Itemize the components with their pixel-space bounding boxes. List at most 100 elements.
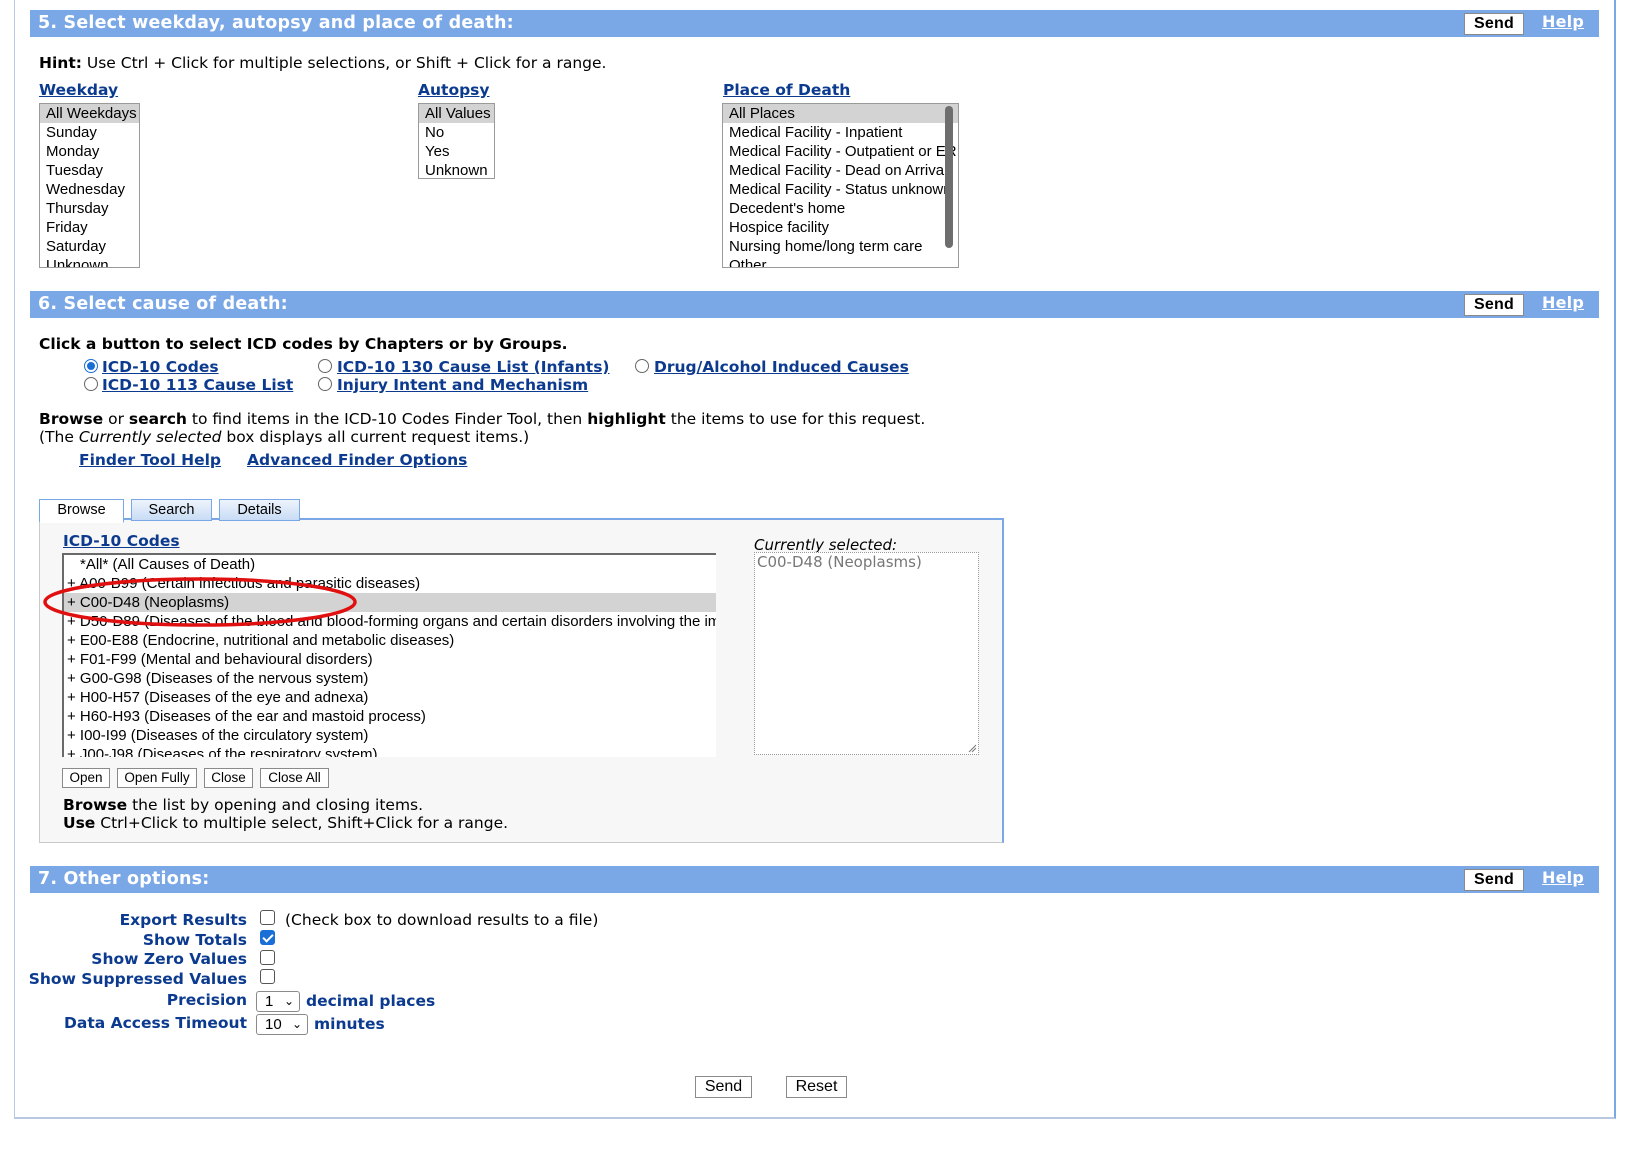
export-results-label: Export Results (119, 911, 247, 929)
section-5-header: 5. Select weekday, autopsy and place of … (30, 10, 1599, 37)
use-help-line: Use Ctrl+Click to multiple select, Shift… (63, 814, 508, 832)
select-instruction: Click a button to select ICD codes by Ch… (39, 335, 568, 353)
radio-icd10-codes[interactable] (84, 359, 98, 373)
timeout-unit: minutes (314, 1015, 385, 1033)
weekday-option[interactable]: Sunday (40, 123, 139, 142)
open-fully-button[interactable]: Open Fully (117, 768, 197, 788)
icd10-code-item[interactable]: *All* (All Causes of Death) (64, 555, 716, 574)
icd10-code-item[interactable]: + I00-I99 (Diseases of the circulatory s… (64, 726, 716, 745)
finder-end-text: the items to use for this request. (665, 410, 926, 428)
weekday-option[interactable]: All Weekdays (40, 104, 139, 123)
autopsy-option[interactable]: Unknown (419, 161, 494, 178)
radio-drug-alcohol[interactable] (635, 359, 649, 373)
weekday-option[interactable]: Monday (40, 142, 139, 161)
currently-selected-note: (The Currently selected box displays all… (39, 428, 529, 446)
hint-body: Use Ctrl + Click for multiple selections… (86, 54, 607, 72)
radio-icd10-113[interactable] (84, 377, 98, 391)
icd10-code-item[interactable]: + F01-F99 (Mental and behavioural disord… (64, 650, 716, 669)
timeout-value: 10 (265, 1016, 282, 1033)
section-5-title: 5. Select weekday, autopsy and place of … (38, 13, 514, 33)
show-totals-label: Show Totals (142, 931, 247, 949)
radio-icd10-130[interactable] (318, 359, 332, 373)
autopsy-label-link[interactable]: Autopsy (418, 81, 490, 99)
show-zero-values-checkbox[interactable] (260, 950, 275, 965)
resize-handle-icon[interactable] (967, 743, 977, 753)
footer-send-button[interactable]: Send (695, 1076, 752, 1098)
precision-label: Precision (166, 991, 247, 1009)
place-option[interactable]: Nursing home/long term care (723, 237, 958, 256)
weekday-option[interactable]: Friday (40, 218, 139, 237)
icd10-code-item[interactable]: + H60-H93 (Diseases of the ear and masto… (64, 707, 716, 726)
timeout-select[interactable]: 10 ⌄ (256, 1014, 308, 1035)
open-button[interactable]: Open (62, 768, 110, 788)
show-zero-values-label: Show Zero Values (91, 950, 247, 968)
tab-browse[interactable]: Browse (39, 499, 124, 523)
place-option[interactable]: All Places (723, 104, 958, 123)
place-list-scrollbar[interactable] (945, 106, 953, 248)
icd10-113-link[interactable]: ICD-10 113 Cause List (102, 376, 293, 394)
precision-unit: decimal places (306, 992, 436, 1010)
icd10-code-item[interactable]: + G00-G98 (Diseases of the nervous syste… (64, 669, 716, 688)
injury-intent-link[interactable]: Injury Intent and Mechanism (337, 376, 588, 394)
search-word: search (128, 410, 187, 428)
autopsy-option[interactable]: No (419, 123, 494, 142)
footer-reset-button[interactable]: Reset (786, 1076, 847, 1098)
section-7-send-button[interactable]: Send (1464, 869, 1524, 891)
icd10-codes-list-title[interactable]: ICD-10 Codes (63, 532, 180, 550)
place-option[interactable]: Other (723, 256, 958, 267)
place-option[interactable]: Decedent's home (723, 199, 958, 218)
weekday-option[interactable]: Wednesday (40, 180, 139, 199)
autopsy-option[interactable]: All Values (419, 104, 494, 123)
place-option[interactable]: Medical Facility - Outpatient or ER (723, 142, 958, 161)
place-of-death-listbox[interactable]: All Places Medical Facility - Inpatient Me… (722, 103, 959, 268)
currently-selected-box[interactable]: C00-D48 (Neoplasms) (754, 552, 979, 755)
close-button[interactable]: Close (204, 768, 253, 788)
section-5-help-link[interactable]: Help (1542, 12, 1584, 31)
place-option[interactable]: Medical Facility - Inpatient (723, 123, 958, 142)
autopsy-option[interactable]: Yes (419, 142, 494, 161)
show-suppressed-values-checkbox[interactable] (260, 969, 275, 984)
radio-injury-intent[interactable] (318, 377, 332, 391)
section-7-help-link[interactable]: Help (1542, 868, 1584, 887)
place-option[interactable]: Medical Facility - Status unknown (723, 180, 958, 199)
tab-details[interactable]: Details (219, 499, 300, 521)
show-totals-checkbox[interactable] (260, 930, 275, 945)
use-bold: Use (63, 814, 96, 832)
weekday-label-link[interactable]: Weekday (39, 81, 118, 99)
place-of-death-label-link[interactable]: Place of Death (723, 81, 850, 99)
browse-help-text: the list by opening and closing items. (127, 796, 424, 814)
icd10-code-item[interactable]: + E00-E88 (Endocrine, nutritional and me… (64, 631, 716, 650)
section-7-title: 7. Other options: (38, 869, 210, 889)
finder-instruction: Browse or search to find items in the IC… (39, 410, 925, 428)
autopsy-listbox[interactable]: All Values No Yes Unknown (418, 103, 495, 179)
place-option[interactable]: Hospice facility (723, 218, 958, 237)
section-6-header: 6. Select cause of death: Send Help (30, 291, 1599, 318)
icd10-codes-link[interactable]: ICD-10 Codes (102, 358, 219, 376)
export-results-checkbox[interactable] (260, 910, 275, 925)
section-7-header: 7. Other options: Send Help (30, 866, 1599, 893)
place-option[interactable]: Medical Facility - Dead on Arrival (723, 161, 958, 180)
icd10-code-item[interactable]: + J00-J98 (Diseases of the respiratory s… (64, 745, 716, 757)
weekday-option[interactable]: Tuesday (40, 161, 139, 180)
data-access-timeout-label: Data Access Timeout (64, 1014, 247, 1032)
close-all-button[interactable]: Close All (260, 768, 329, 788)
or-word: or (103, 410, 129, 428)
tab-search[interactable]: Search (131, 499, 212, 521)
section-6-help-link[interactable]: Help (1542, 293, 1584, 312)
drug-alcohol-link[interactable]: Drug/Alcohol Induced Causes (654, 358, 909, 376)
weekday-option[interactable]: Saturday (40, 237, 139, 256)
weekday-option[interactable]: Thursday (40, 199, 139, 218)
finder-mid-text: to find items in the ICD-10 Codes Finder… (186, 410, 588, 428)
icd10-130-link[interactable]: ICD-10 130 Cause List (Infants) (337, 358, 610, 376)
finder-tool-help-link[interactable]: Finder Tool Help (79, 451, 221, 469)
note-end: box displays all current request items.) (221, 428, 530, 446)
icd10-code-item[interactable]: + H00-H57 (Diseases of the eye and adnex… (64, 688, 716, 707)
weekday-option[interactable]: Unknown (40, 256, 139, 267)
advanced-finder-options-link[interactable]: Advanced Finder Options (247, 451, 467, 469)
weekday-listbox[interactable]: All Weekdays Sunday Monday Tuesday Wednesday… (39, 103, 140, 268)
use-help-text: Ctrl+Click to multiple select, Shift+Cli… (95, 814, 509, 832)
browse-bold: Browse (63, 796, 128, 814)
section-5-send-button[interactable]: Send (1464, 13, 1524, 35)
section-6-send-button[interactable]: Send (1464, 294, 1524, 316)
precision-select[interactable]: 1 ⌄ (256, 991, 300, 1012)
